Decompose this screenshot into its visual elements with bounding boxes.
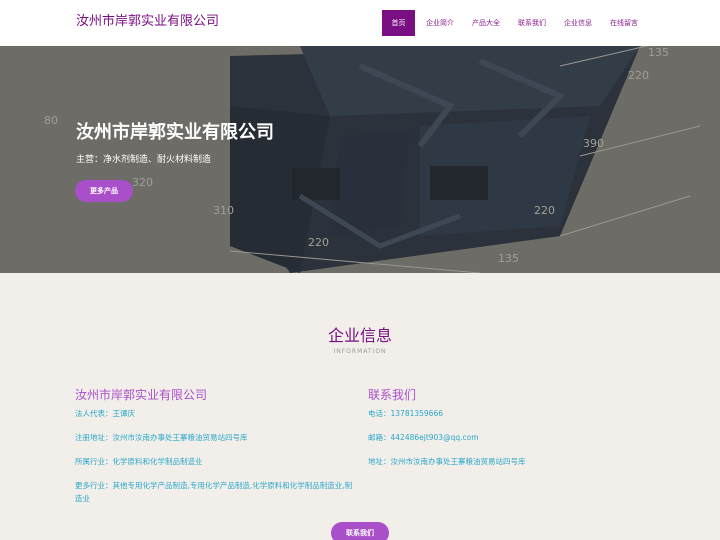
legal-rep: 法人代表：王谭庆 (75, 409, 135, 418)
contact-phone: 电话：13781359666 (368, 409, 443, 418)
hero-subtitle: 主营：净水剂制造、耐火材料制造 (76, 155, 212, 165)
nav-products[interactable]: 产品大全 (463, 10, 509, 36)
site-logo[interactable]: 汝州市岸郭实业有限公司 (76, 10, 219, 29)
contact-email: 邮箱：442486ejt903@qq.com (368, 433, 479, 442)
industry: 所属行业：化学原料和化学制品制造业 (75, 457, 203, 466)
section-subtitle: INFORMATION (333, 348, 387, 355)
contact-address: 地址：汝州市汝南办事处王寨粮油贸易站四号库 (368, 457, 526, 466)
contact-us-button[interactable]: 联系我们 (331, 522, 389, 540)
nav-company-info[interactable]: 企业信息 (555, 10, 601, 36)
nav-home[interactable]: 首页 (382, 10, 415, 36)
site-header: 汝州市岸郭实业有限公司 首页 企业简介 产品大全 联系我们 企业信息 在线留言 (0, 0, 720, 46)
nav-contact[interactable]: 联系我们 (509, 10, 555, 36)
contact-title: 联系我们 (368, 388, 417, 402)
company-name: 汝州市岸郭实业有限公司 (75, 388, 208, 402)
section-title: 企业信息 (327, 326, 392, 345)
registered-address: 注册地址：汝州市汝南办事处王寨粮油贸易站四号库 (75, 433, 248, 442)
main-nav: 首页 企业简介 产品大全 联系我们 企业信息 在线留言 (382, 10, 647, 36)
hero-banner: 135 220 390 220 135 310 220 320 80 汝州市岸郭… (0, 46, 720, 273)
nav-about[interactable]: 企业简介 (417, 10, 463, 36)
more-industry: 更多行业：其他专用化学产品制造,专用化学产品制造,化学原料和化学制品制造业,制造… (75, 481, 353, 503)
more-products-button[interactable]: 更多产品 (75, 180, 133, 202)
hero-title: 汝州市岸郭实业有限公司 (76, 122, 274, 143)
nav-message[interactable]: 在线留言 (601, 10, 647, 36)
